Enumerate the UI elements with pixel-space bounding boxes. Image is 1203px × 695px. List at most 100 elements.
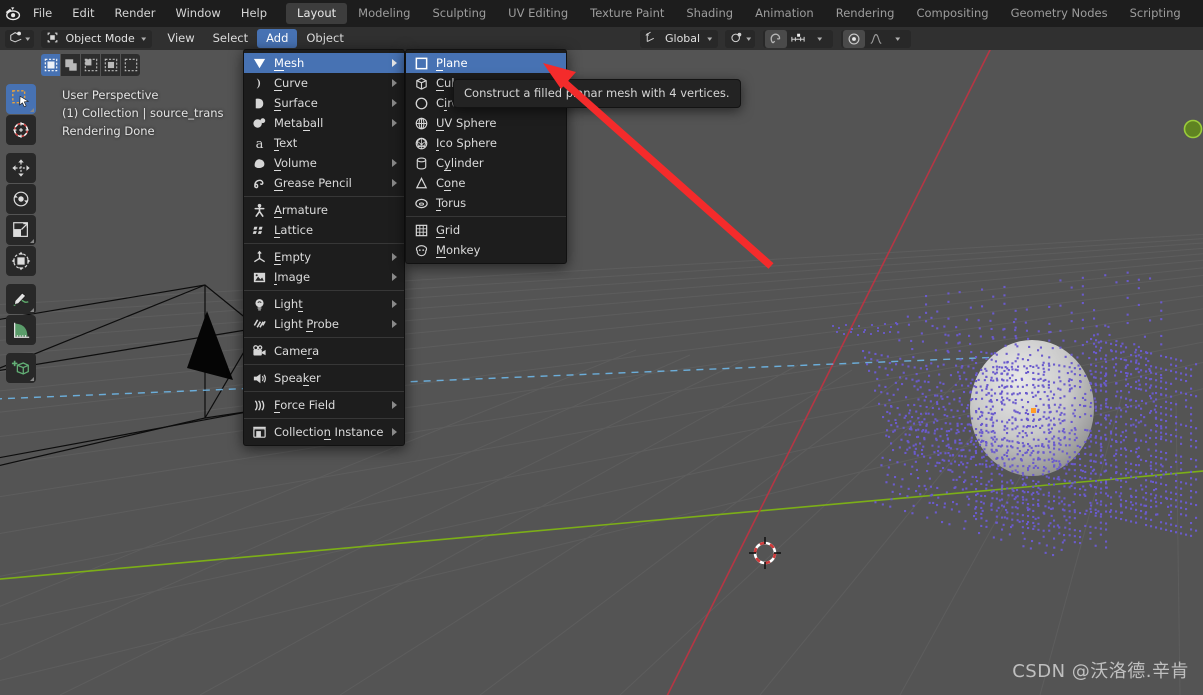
pivot-point-button[interactable]: ▾	[724, 29, 756, 48]
add-menu-item-curve[interactable]: Curve	[244, 73, 404, 93]
add-cube-tool[interactable]	[6, 353, 36, 383]
menu-item-label: Torus	[436, 196, 467, 211]
snap-dropdown-chevron-icon[interactable]: ▾	[809, 30, 831, 48]
transform-orientation-button[interactable]: Global ▾	[640, 29, 718, 48]
menu-item-label: Image	[274, 270, 311, 285]
add-menu-item-mesh[interactable]: Mesh	[244, 53, 404, 73]
cursor-tool[interactable]	[6, 115, 36, 145]
workspace-tab-sculpting[interactable]: Sculpting	[421, 3, 497, 24]
topbar-menu-group: File Edit Render Window Help	[23, 0, 277, 27]
add-menu-item-light[interactable]: Light	[244, 294, 404, 314]
topbar-menu-edit[interactable]: Edit	[62, 0, 104, 27]
mesh-menu-item-ico-sphere[interactable]: Ico Sphere	[406, 133, 566, 153]
object-mode-selector[interactable]: Object Mode ▾	[40, 29, 153, 48]
workspace-tab-rendering[interactable]: Rendering	[825, 3, 906, 24]
3d-viewport[interactable]: User Perspective (1) Collection | source…	[0, 50, 1203, 695]
top-menu-bar: File Edit Render Window Help Layout Modeling S…	[0, 0, 1203, 27]
add-workspace-button[interactable]: +	[1192, 0, 1203, 27]
curve-icon	[249, 75, 269, 91]
select-tweak-icon[interactable]	[41, 54, 60, 76]
workspace-tab-layout[interactable]: Layout	[286, 3, 348, 24]
falloff-smooth-icon[interactable]	[865, 30, 887, 48]
menu-separator	[244, 337, 404, 338]
blender-window: File Edit Render Window Help Layout Modeling S…	[0, 0, 1203, 695]
menu-item-label: Cylinder	[436, 156, 484, 171]
chevron-down-icon: ▾	[745, 34, 751, 43]
viewport-menu-object[interactable]: Object	[297, 27, 352, 50]
topbar-menu-help[interactable]: Help	[231, 0, 277, 27]
topbar-menu-file[interactable]: File	[23, 0, 62, 27]
add-menu-item-empty[interactable]: Empty	[244, 247, 404, 267]
image-icon	[249, 269, 269, 285]
workspace-tab-uv-editing[interactable]: UV Editing	[497, 3, 579, 24]
menu-item-label: Lattice	[274, 223, 314, 238]
proportional-edit-icon[interactable]	[843, 29, 866, 48]
mesh-menu-item-grid[interactable]: Grid	[406, 220, 566, 240]
workspace-tab-shading[interactable]: Shading	[675, 3, 744, 24]
mesh-monkey-icon	[411, 242, 431, 258]
submenu-chevron-icon	[392, 179, 397, 187]
mesh-menu-item-plane[interactable]: Plane	[406, 53, 566, 73]
metaball-icon	[249, 115, 269, 131]
grease-pencil-icon	[249, 175, 269, 191]
add-menu-item-metaball[interactable]: Metaball	[244, 113, 404, 133]
add-menu-item-force-field[interactable]: Force Field	[244, 395, 404, 415]
annotate-tool[interactable]	[6, 284, 36, 314]
add-menu-item-collection-instance[interactable]: Collection Instance	[244, 422, 404, 442]
workspace-tab-geometry-nodes[interactable]: Geometry Nodes	[1000, 3, 1119, 24]
submenu-chevron-icon	[392, 273, 397, 281]
workspace-tab-animation[interactable]: Animation	[744, 3, 825, 24]
menu-item-label: Light	[274, 297, 303, 312]
force-field-icon	[249, 397, 269, 413]
topbar-menu-render[interactable]: Render	[105, 0, 166, 27]
add-menu-dropdown[interactable]: Mesh Curve Surface Metaball a Text Volume Greas…	[243, 49, 405, 446]
select-circle-icon[interactable]	[81, 54, 100, 76]
menu-item-label: UV Sphere	[436, 116, 497, 131]
tweak-tool[interactable]	[6, 84, 36, 114]
snap-magnet-icon[interactable]	[765, 29, 788, 48]
submenu-chevron-icon	[392, 159, 397, 167]
editor-type-button[interactable]: ▾	[5, 29, 34, 48]
add-menu-item-light-probe[interactable]: Light Probe	[244, 314, 404, 334]
topbar-menu-window[interactable]: Window	[165, 0, 230, 27]
snapping-group: ▾	[763, 29, 834, 48]
menu-item-label: Ico Sphere	[436, 136, 497, 151]
mesh-menu-item-torus[interactable]: Torus	[406, 193, 566, 213]
viewport-menu-view[interactable]: View	[158, 27, 203, 50]
mesh-menu-item-cone[interactable]: Cone	[406, 173, 566, 193]
workspace-tab-texture-paint[interactable]: Texture Paint	[579, 3, 675, 24]
move-tool[interactable]	[6, 153, 36, 183]
add-menu-item-text[interactable]: a Text	[244, 133, 404, 153]
workspace-tab-compositing[interactable]: Compositing	[905, 3, 999, 24]
viewport-menu-add[interactable]: Add	[257, 29, 298, 48]
viewport-menu-select[interactable]: Select	[204, 27, 257, 50]
mesh-menu-item-cylinder[interactable]: Cylinder	[406, 153, 566, 173]
add-menu-item-image[interactable]: Image	[244, 267, 404, 287]
scale-tool[interactable]	[6, 215, 36, 245]
mesh-menu-item-monkey[interactable]: Monkey	[406, 240, 566, 260]
mesh-cylinder-icon	[411, 155, 431, 171]
select-lasso-icon[interactable]	[101, 54, 120, 76]
add-menu-item-grease-pencil[interactable]: Grease Pencil	[244, 173, 404, 193]
submenu-chevron-icon	[392, 99, 397, 107]
add-menu-item-speaker[interactable]: Speaker	[244, 368, 404, 388]
add-menu-item-surface[interactable]: Surface	[244, 93, 404, 113]
blender-logo-icon[interactable]	[4, 0, 23, 27]
select-extend-icon[interactable]	[121, 54, 140, 76]
snap-increment-icon[interactable]	[787, 30, 809, 48]
falloff-dropdown-chevron-icon[interactable]: ▾	[887, 30, 909, 48]
add-menu-item-armature[interactable]: Armature	[244, 200, 404, 220]
workspace-tab-scripting[interactable]: Scripting	[1119, 3, 1192, 24]
add-menu-item-lattice[interactable]: Lattice	[244, 220, 404, 240]
rotate-tool[interactable]	[6, 184, 36, 214]
workspace-tab-modeling[interactable]: Modeling	[347, 3, 421, 24]
lattice-icon	[249, 222, 269, 238]
measure-tool[interactable]	[6, 315, 36, 345]
mesh-menu-item-uv-sphere[interactable]: UV Sphere	[406, 113, 566, 133]
select-box-icon[interactable]	[61, 54, 80, 76]
menu-item-label: Armature	[274, 203, 328, 218]
add-menu-item-camera[interactable]: Camera	[244, 341, 404, 361]
add-menu-item-volume[interactable]: Volume	[244, 153, 404, 173]
transform-tool[interactable]	[6, 246, 36, 276]
menu-separator	[244, 196, 404, 197]
